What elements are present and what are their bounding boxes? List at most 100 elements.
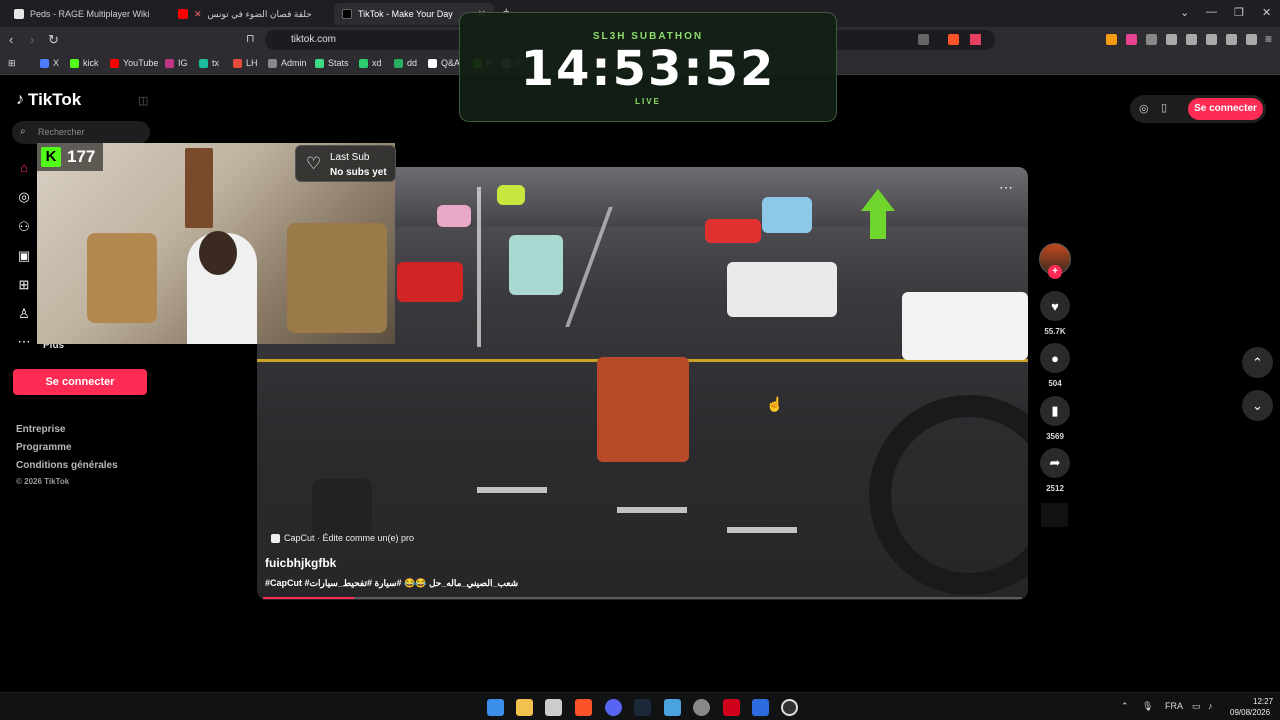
mobile-device-icon[interactable]: ▯: [1161, 101, 1167, 114]
rockstar-icon[interactable]: [723, 699, 740, 716]
microphone-icon[interactable]: 🎙: [1142, 701, 1153, 712]
window-close-icon[interactable]: ✕: [1262, 6, 1271, 19]
compass-icon[interactable]: ◎: [1139, 102, 1149, 115]
bookmark-stats[interactable]: Stats: [315, 58, 349, 68]
network-icon[interactable]: ▭: [1192, 701, 1201, 712]
tab-list-chevron-icon[interactable]: ⌄: [1180, 6, 1189, 19]
traffic-car: [509, 235, 563, 295]
bookmark-youtube[interactable]: YouTube: [110, 58, 158, 68]
brave-shield-icon[interactable]: [948, 34, 959, 45]
bookmark-kick[interactable]: kick: [70, 58, 99, 68]
header-login-button[interactable]: Se connecter: [1188, 98, 1263, 120]
tab-rage-wiki[interactable]: Peds - RAGE Multiplayer Wiki: [6, 3, 166, 25]
music-disc-icon[interactable]: [1041, 503, 1068, 527]
streamer-head: [199, 231, 237, 275]
search-icon: ⌕: [20, 126, 26, 137]
apps-grid-icon[interactable]: ⊞: [8, 58, 16, 69]
extension-icon[interactable]: [1106, 34, 1117, 45]
share-button[interactable]: ➦: [1040, 448, 1070, 478]
bookmark-qa[interactable]: Q&A: [428, 58, 460, 68]
upload-icon[interactable]: ⊞: [16, 277, 32, 293]
share-count: 2512: [1046, 484, 1064, 493]
volume-icon[interactable]: ♪: [1208, 701, 1213, 711]
bookmark-lh[interactable]: LH: [233, 58, 258, 68]
tab-youtube-video[interactable]: ✕ حلقة فصان الضوء في تونس: [170, 3, 330, 25]
tiktok-logo[interactable]: ♪ TikTok: [16, 90, 81, 110]
vpn-icon[interactable]: [1246, 34, 1257, 45]
back-icon[interactable]: ‹: [9, 32, 13, 47]
menu-icon[interactable]: ≡: [1265, 32, 1272, 46]
previous-video-button[interactable]: ⌃: [1242, 347, 1273, 378]
kick-follower-badge: K 177: [37, 143, 104, 171]
bookmark-admin[interactable]: Admin: [268, 58, 307, 68]
photos-icon[interactable]: [664, 699, 681, 716]
settings-gear-icon[interactable]: [693, 699, 710, 716]
minimize-icon[interactable]: —: [1206, 6, 1217, 18]
close-icon[interactable]: ✕: [194, 9, 202, 20]
profile-icon[interactable]: ♙: [16, 306, 32, 322]
extension-icon[interactable]: [1126, 34, 1137, 45]
share-arrow-icon: ➦: [1049, 455, 1061, 470]
search-input[interactable]: ⌕ Rechercher: [12, 121, 150, 144]
windows-start-icon[interactable]: [487, 699, 504, 716]
footer-link-terms[interactable]: Conditions générales: [16, 460, 118, 471]
input-language[interactable]: FRA: [1165, 701, 1183, 711]
footer-link-business[interactable]: Entreprise: [16, 424, 65, 435]
snipping-tool-icon[interactable]: [545, 699, 562, 716]
wallet-icon[interactable]: [1206, 34, 1217, 45]
brave-rewards-icon[interactable]: [970, 34, 981, 45]
arrow-up-stem: [870, 211, 886, 239]
traffic-car: [727, 262, 837, 317]
file-explorer-icon[interactable]: [516, 699, 533, 716]
bookmark-ig[interactable]: IG: [165, 58, 188, 68]
traffic-car: [705, 219, 761, 243]
capcut-credit[interactable]: CapCut · Édite comme un(e) pro: [271, 533, 414, 543]
lane-marking: [617, 507, 687, 513]
app-icon[interactable]: [752, 699, 769, 716]
live-icon[interactable]: ▣: [16, 248, 32, 264]
bookmark-tx[interactable]: tx: [199, 58, 219, 68]
arrow-up-icon: [861, 189, 895, 211]
armchair: [287, 223, 387, 333]
steam-icon[interactable]: [634, 699, 651, 716]
leo-ai-icon[interactable]: [1226, 34, 1237, 45]
puzzle-icon[interactable]: [1146, 34, 1157, 45]
stats-icon: [315, 58, 324, 68]
next-video-button[interactable]: ⌄: [1242, 390, 1273, 421]
reload-icon[interactable]: ↻: [48, 32, 59, 48]
like-button[interactable]: ♥: [1040, 291, 1070, 321]
home-icon[interactable]: ⌂: [16, 160, 32, 176]
armchair: [87, 233, 157, 323]
tray-chevron-up-icon[interactable]: ⌃: [1121, 701, 1129, 712]
collapse-sidebar-icon[interactable]: ◫: [138, 94, 148, 107]
explore-icon[interactable]: ◎: [16, 189, 32, 205]
save-button[interactable]: ▮: [1040, 396, 1070, 426]
footer-link-program[interactable]: Programme: [16, 442, 72, 453]
music-icon[interactable]: [1166, 34, 1177, 45]
clock-date[interactable]: 09/08/2026: [1230, 708, 1270, 717]
more-icon[interactable]: ⋯: [16, 334, 32, 350]
bookmark-icon[interactable]: ⊓: [246, 32, 255, 45]
forward-icon[interactable]: ›: [30, 32, 34, 47]
maximize-icon[interactable]: ❐: [1234, 6, 1244, 19]
clock-time[interactable]: 12:27: [1253, 697, 1273, 706]
youtube-favicon-icon: [178, 9, 188, 19]
sidebar-icon[interactable]: [1186, 34, 1197, 45]
bookmark-xd[interactable]: xd: [359, 58, 382, 68]
brave-browser-icon[interactable]: [575, 699, 592, 716]
bookmark-x[interactable]: X: [40, 58, 59, 68]
follow-plus-icon[interactable]: +: [1048, 265, 1062, 279]
bookmark-dd[interactable]: dd: [394, 58, 417, 68]
login-button[interactable]: Se connecter: [13, 369, 147, 395]
more-options-icon[interactable]: ⋯: [999, 179, 1013, 196]
traffic-car: [762, 197, 812, 233]
translate-icon[interactable]: [918, 34, 929, 45]
following-icon[interactable]: ⚇: [16, 219, 32, 235]
comment-button[interactable]: ●: [1040, 343, 1070, 373]
discord-icon[interactable]: [605, 699, 622, 716]
video-hashtags[interactable]: #CapCut #شعب_الصيني_ماله_حل 😂😂 #سيارة #ت…: [265, 578, 518, 589]
video-progress-bar[interactable]: [263, 597, 1022, 599]
xd-icon: [359, 58, 368, 68]
obs-icon[interactable]: [781, 699, 798, 716]
video-username[interactable]: fuicbhjkgfbk: [265, 556, 336, 570]
